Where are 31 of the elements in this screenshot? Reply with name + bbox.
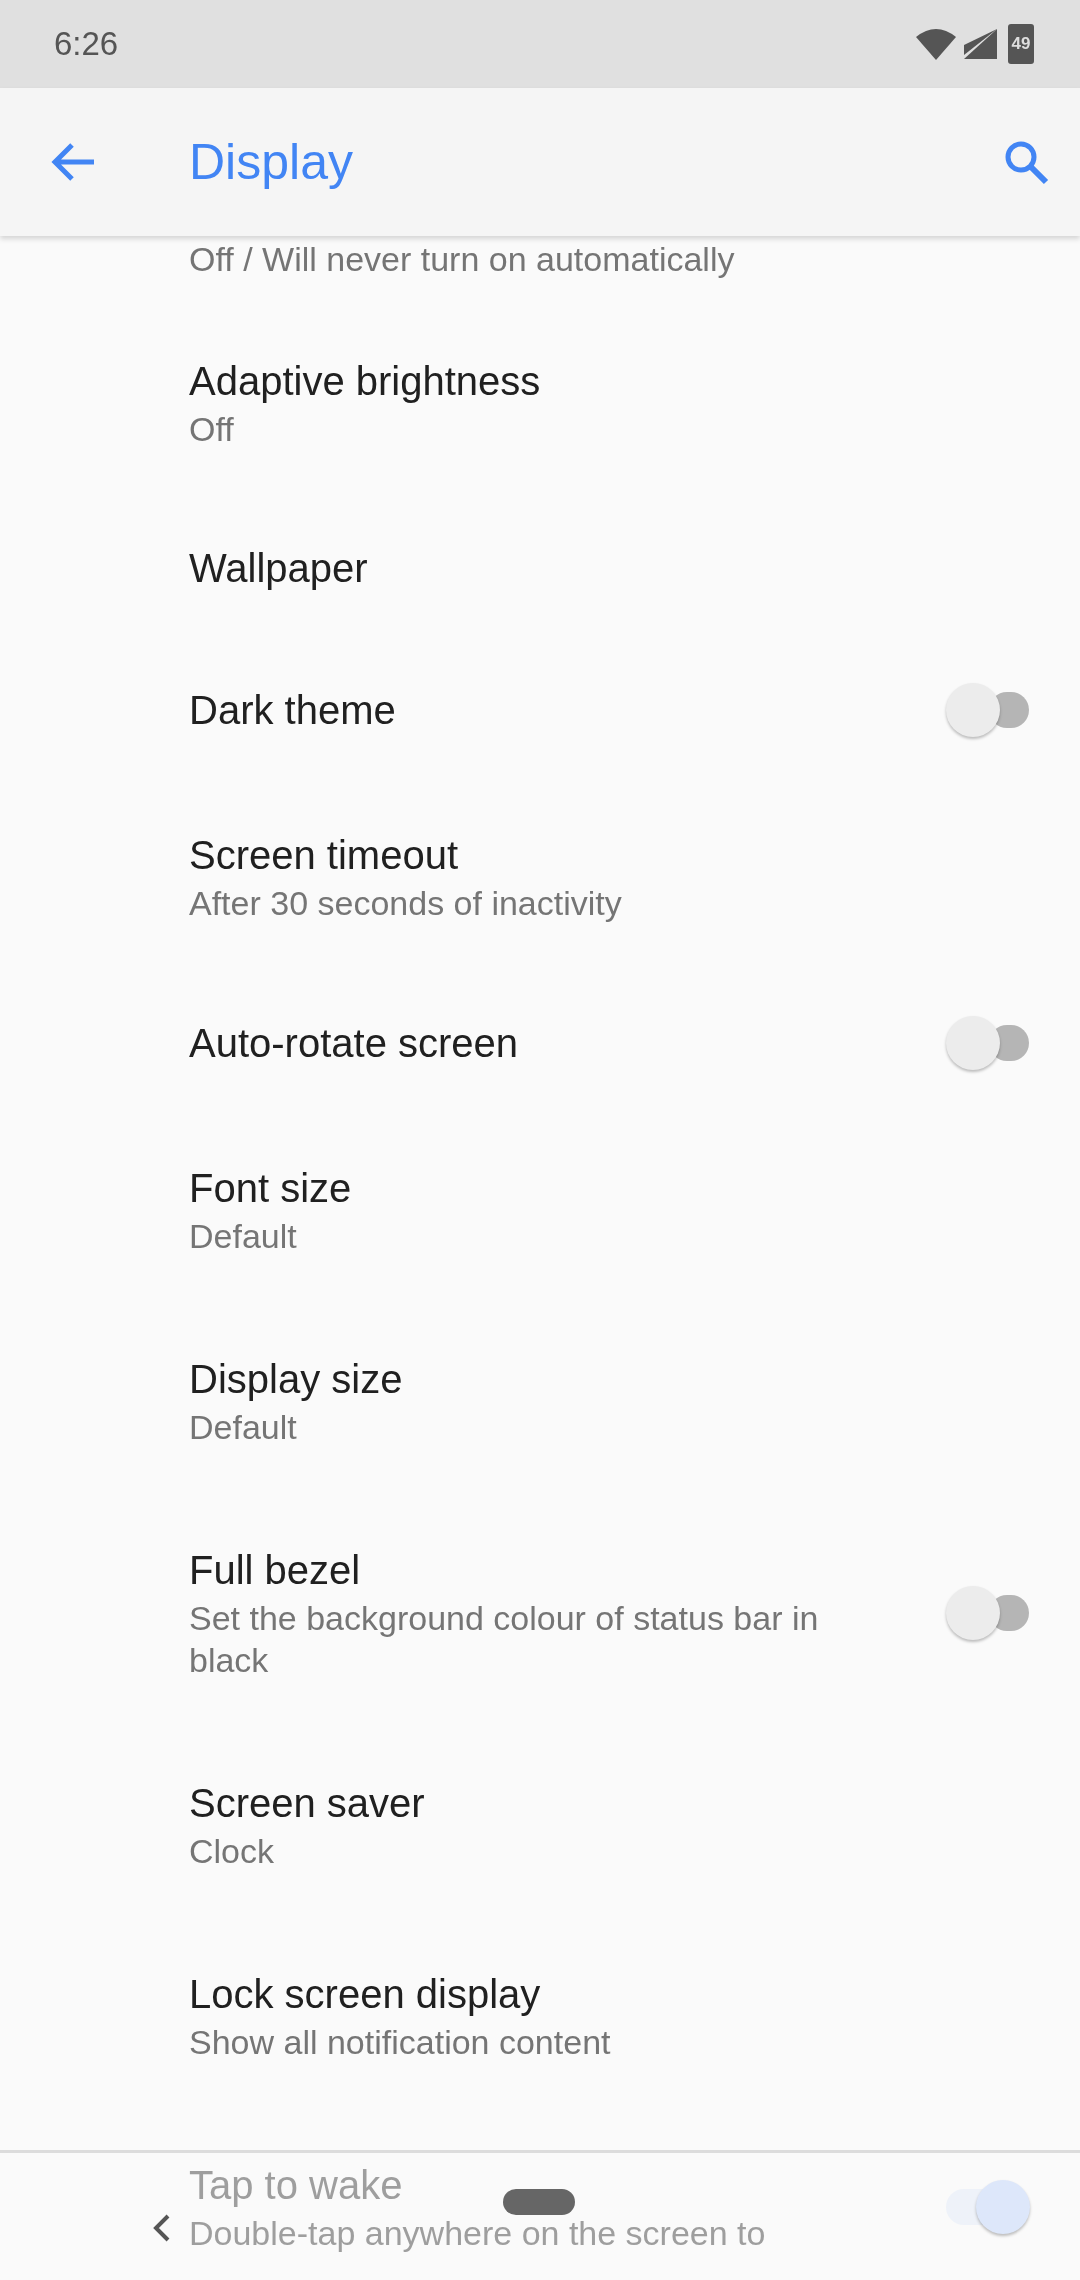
setting-title[interactable]: Screen saver [189, 1777, 1030, 1830]
setting-title[interactable]: Wallpaper [189, 542, 1030, 595]
setting-title[interactable]: Font size [189, 1162, 1030, 1215]
setting-summary: Default [189, 1407, 298, 1448]
setting-summary: Double-tap anywhere on the screen to [189, 2213, 767, 2254]
wifi-icon [914, 27, 958, 61]
screen-title: Display [189, 133, 354, 191]
back-icon[interactable] [50, 142, 96, 182]
home-button[interactable] [503, 2189, 575, 2215]
setting-title[interactable]: Auto-rotate screen [189, 1016, 946, 1070]
setting-title[interactable]: Adaptive brightness [189, 355, 1030, 408]
setting-title[interactable]: Screen timeout [189, 829, 1030, 882]
clock: 6:26 [54, 25, 119, 63]
back-icon[interactable] [152, 2213, 172, 2243]
setting-summary: Default [189, 1216, 298, 1257]
signal-icon [962, 27, 998, 61]
setting-title[interactable]: Full bezel [189, 1544, 946, 1597]
setting-summary: Off / Will never turn on automatically [189, 239, 736, 280]
setting-summary: Set the background colour of status bar in black [189, 1598, 820, 1681]
setting-summary: Clock [189, 1831, 276, 1872]
setting-summary: Off [189, 409, 235, 450]
setting-title[interactable]: Display size [189, 1353, 1030, 1406]
setting-summary: After 30 seconds of inactivity [189, 883, 623, 924]
toggle-switch[interactable] [946, 2179, 1030, 2234]
battery-level: 49 [1011, 34, 1031, 54]
toggle-switch[interactable] [946, 1585, 1030, 1640]
setting-summary: Show all notification content [189, 2022, 612, 2063]
setting-title[interactable]: Dark theme [189, 683, 946, 737]
toggle-switch[interactable] [946, 683, 1030, 737]
setting-title[interactable]: Lock screen display [189, 1968, 1030, 2021]
toggle-switch[interactable] [946, 1016, 1030, 1070]
